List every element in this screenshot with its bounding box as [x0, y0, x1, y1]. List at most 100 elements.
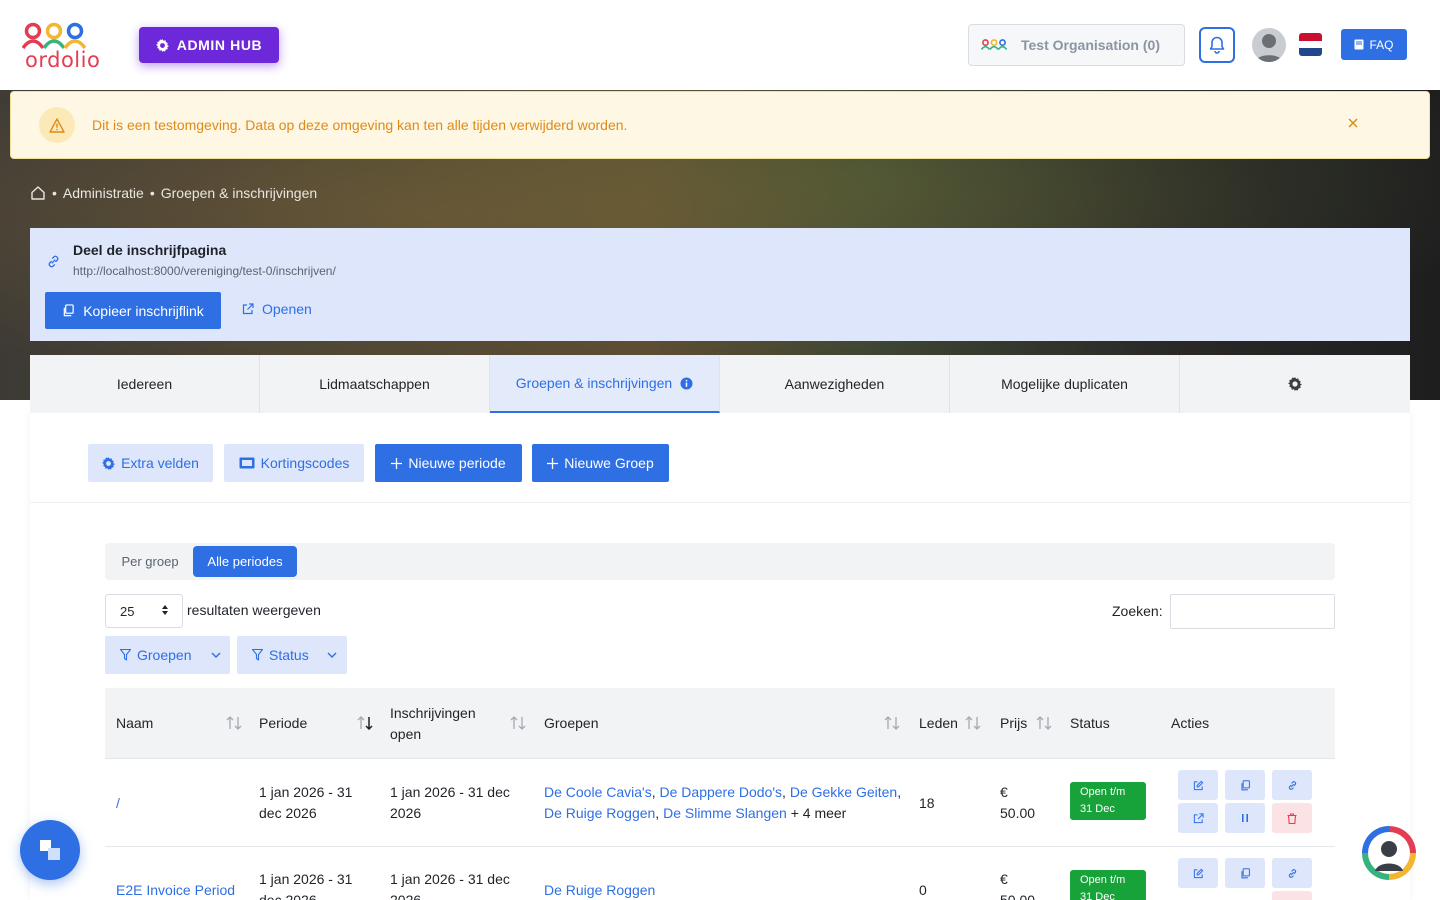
column-label: Acties — [1171, 715, 1210, 731]
admin-hub-label: ADMIN HUB — [176, 37, 263, 53]
column-prijs[interactable]: Prijs — [1000, 688, 1040, 759]
tab-mogelijke-duplicaten[interactable]: Mogelijke duplicaten — [950, 355, 1180, 413]
period-name-link[interactable]: / — [116, 793, 120, 814]
organisation-switcher[interactable]: Test Organisation (0) — [968, 24, 1185, 66]
group-link[interactable]: De Ruige Roggen — [544, 805, 655, 821]
notifications-button[interactable] — [1199, 27, 1235, 63]
registration-open-dates: 1 jan 2026 - 31 dec 2026 — [390, 871, 510, 900]
home-icon[interactable] — [30, 185, 46, 201]
tab-iedereen[interactable]: Iedereen — [30, 355, 260, 413]
breadcrumb-separator: • — [52, 185, 57, 201]
new-group-button[interactable]: Nieuwe Groep — [532, 444, 669, 482]
per-group-toggle[interactable]: Per groep — [111, 546, 189, 577]
plus-icon — [547, 457, 559, 469]
extra-fields-label: Extra velden — [121, 455, 199, 471]
copy-registration-link-button[interactable]: Kopieer inschrijflink — [45, 292, 221, 329]
group-link[interactable]: De Dappere Dodo's — [660, 784, 783, 800]
table-row: E2E Invoice Period 1 jan 2026 - 31 dec 2… — [105, 847, 1335, 900]
extra-fields-button[interactable]: Extra velden — [88, 444, 213, 482]
breadcrumb-separator: • — [149, 185, 155, 201]
status-line: Open t/m — [1080, 786, 1126, 798]
delete-button[interactable] — [1272, 803, 1312, 833]
duplicate-button[interactable] — [1225, 770, 1265, 800]
group-link[interactable]: De Coole Cavia's — [544, 784, 652, 800]
tab-aanwezigheden[interactable]: Aanwezigheden — [720, 355, 950, 413]
search-label: Zoeken: — [1112, 603, 1163, 619]
page-length-label: resultaten weergeven — [187, 602, 321, 618]
ordolio-logo[interactable]: ordolio — [21, 22, 100, 74]
floating-app-button[interactable] — [20, 820, 80, 880]
per-group-label: Per groep — [121, 554, 179, 569]
group-link[interactable]: De Gekke Geiten — [790, 784, 897, 800]
edit-button[interactable] — [1178, 858, 1218, 888]
support-chat-button[interactable] — [1362, 826, 1416, 880]
user-avatar[interactable] — [1252, 28, 1286, 62]
edit-button[interactable] — [1178, 770, 1218, 800]
alert-close-icon[interactable] — [1347, 116, 1359, 134]
status-badge: Open t/m 31 Dec — [1070, 870, 1146, 900]
filter-icon — [252, 649, 263, 661]
admin-hub-button[interactable]: ADMIN HUB — [139, 27, 279, 63]
groups-list: De Ruige Roggen — [544, 880, 904, 900]
status-filter-button[interactable]: Status — [237, 636, 347, 674]
organisation-logo-icon — [981, 39, 1007, 50]
new-period-button[interactable]: Nieuwe periode — [375, 444, 522, 482]
sort-icon[interactable] — [1036, 716, 1052, 730]
group-link[interactable]: De Ruige Roggen — [544, 882, 655, 898]
link-icon — [1288, 780, 1296, 790]
period-dates: 1 jan 2026 - 31 dec 2026 — [259, 784, 353, 821]
discount-codes-button[interactable]: Kortingscodes — [224, 444, 364, 482]
column-inschrijvingen-open[interactable]: Inschrijvingen open — [390, 688, 500, 759]
select-arrows-icon — [162, 605, 168, 615]
more-groups[interactable]: + 4 meer — [791, 805, 847, 821]
status-line: Open t/m — [1080, 874, 1126, 886]
copy-label: Kopieer inschrijflink — [83, 302, 204, 319]
open-label: Openen — [262, 301, 312, 317]
pause-button[interactable] — [1225, 803, 1265, 833]
duplicate-button[interactable] — [1225, 858, 1265, 888]
column-label: Prijs — [1000, 715, 1028, 731]
delete-button[interactable] — [1272, 891, 1312, 900]
tab-settings[interactable] — [1180, 355, 1410, 413]
discount-codes-label: Kortingscodes — [260, 455, 350, 471]
copy-icon — [1240, 867, 1250, 878]
sort-icon[interactable] — [884, 716, 900, 730]
sort-descending-icon[interactable] — [357, 716, 373, 730]
search-input[interactable] — [1170, 594, 1335, 629]
column-label: Leden — [919, 715, 958, 731]
bell-icon — [1209, 36, 1225, 54]
members-tabs: Iedereen Lidmaatschappen Groepen & insch… — [30, 355, 1410, 413]
price-currency: € — [1000, 784, 1008, 800]
status-line: 31 Dec — [1080, 891, 1115, 900]
period-dates: 1 jan 2026 - 31 dec 2026 — [259, 871, 353, 900]
column-leden[interactable]: Leden — [919, 688, 969, 759]
test-environment-alert: Dit is een testomgeving. Data op deze om… — [10, 91, 1430, 159]
column-groepen[interactable]: Groepen — [544, 688, 844, 759]
share-url: http://localhost:8000/vereniging/test-0/… — [73, 264, 336, 278]
open-button[interactable] — [1178, 803, 1218, 833]
column-periode[interactable]: Periode — [259, 688, 359, 759]
sort-icon[interactable] — [226, 716, 242, 730]
tab-groepen-inschrijvingen[interactable]: Groepen & inschrijvingen — [490, 355, 720, 413]
breadcrumb-administratie[interactable]: Administratie — [63, 185, 144, 201]
column-label: Groepen — [544, 715, 599, 731]
page-length-select[interactable]: 25 — [105, 594, 183, 628]
language-flag-nl[interactable] — [1299, 33, 1322, 56]
period-name-link[interactable]: E2E Invoice Period — [116, 880, 235, 900]
breadcrumb-current: Groepen & inschrijvingen — [160, 185, 318, 201]
warning-icon — [39, 107, 75, 143]
tab-label: Iedereen — [116, 376, 173, 392]
all-periods-toggle[interactable]: Alle periodes — [193, 546, 297, 577]
faq-button[interactable]: FAQ — [1341, 29, 1407, 60]
info-icon[interactable] — [680, 376, 693, 390]
copy-link-button[interactable] — [1272, 858, 1312, 888]
sort-icon[interactable] — [510, 716, 526, 730]
copy-link-button[interactable] — [1272, 770, 1312, 800]
tab-lidmaatschappen[interactable]: Lidmaatschappen — [260, 355, 490, 413]
groups-filter-button[interactable]: Groepen — [105, 636, 230, 674]
new-period-label: Nieuwe periode — [408, 455, 506, 471]
organisation-label: Test Organisation (0) — [1021, 37, 1160, 53]
open-registration-page-link[interactable]: Openen — [242, 301, 312, 317]
group-link[interactable]: De Slimme Slangen — [663, 805, 787, 821]
sort-icon[interactable] — [965, 716, 981, 730]
